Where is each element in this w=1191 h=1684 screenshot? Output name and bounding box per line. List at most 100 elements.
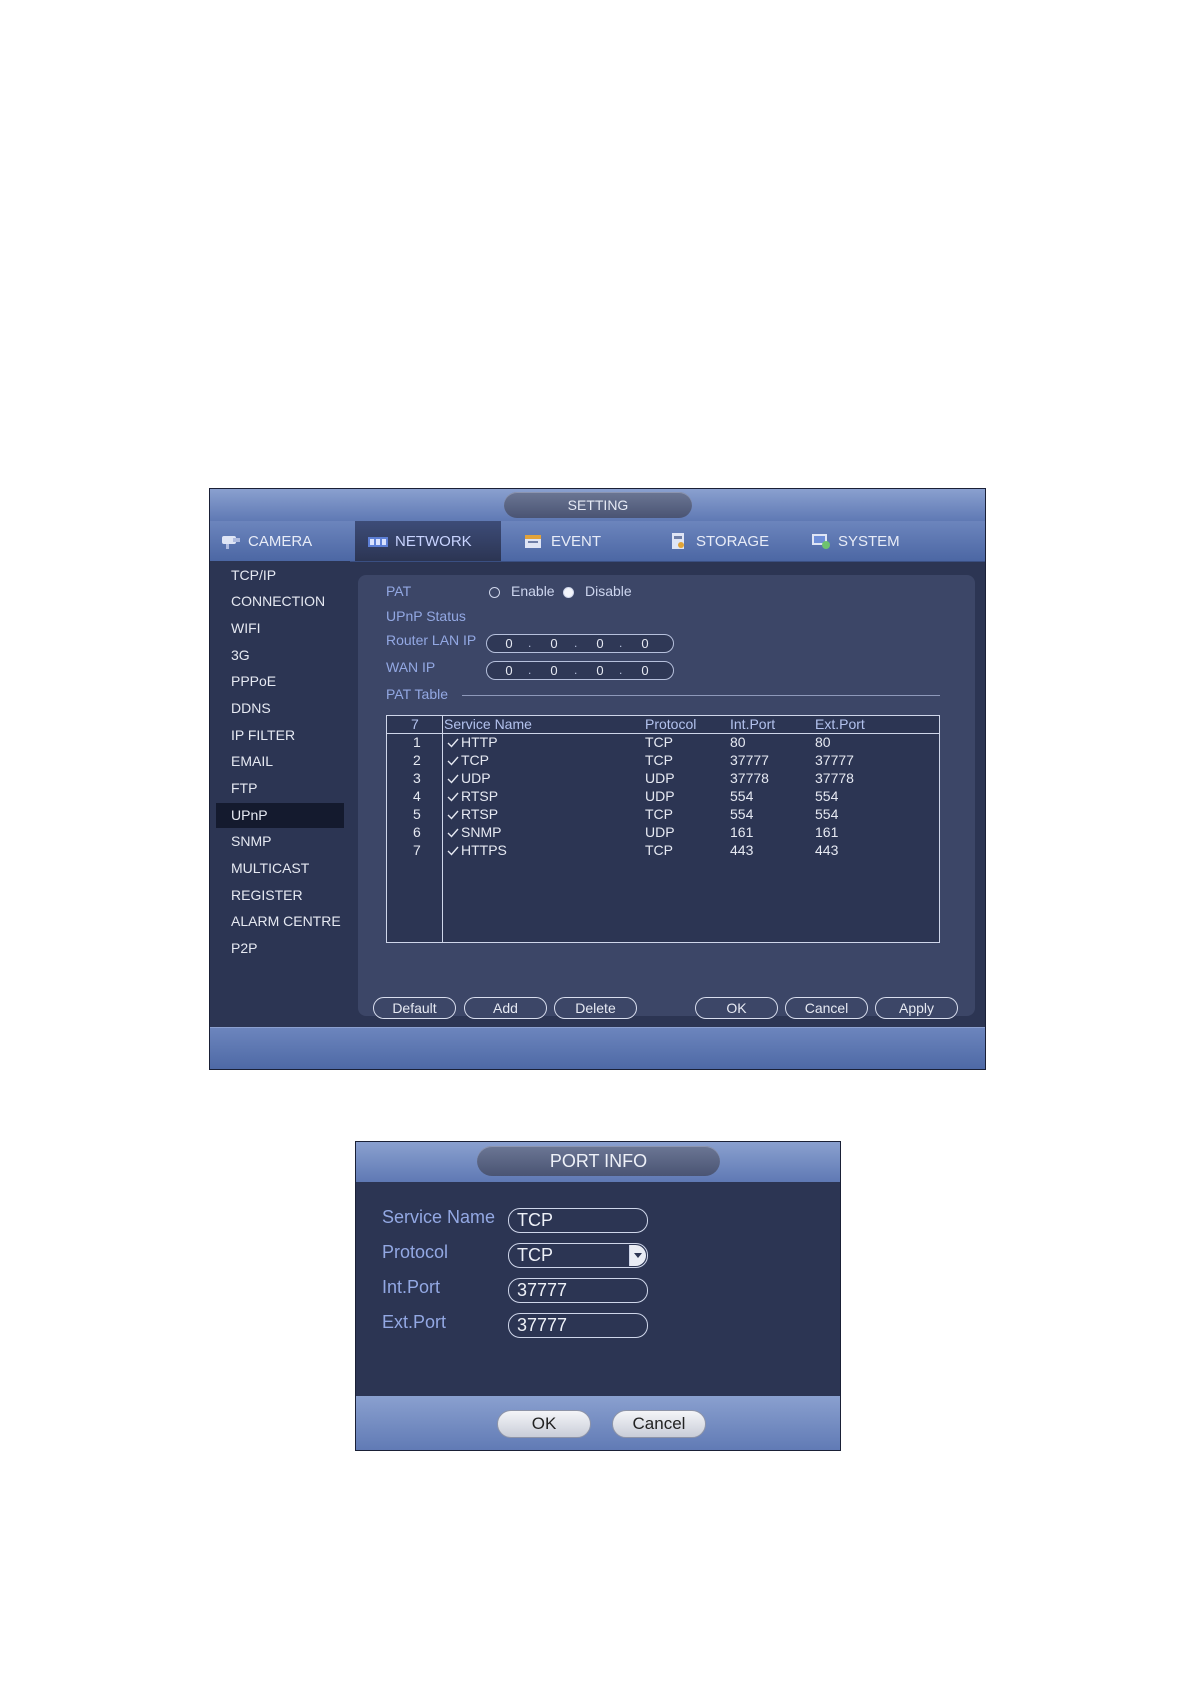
row-no: 7 (413, 842, 421, 858)
sidebar-item-ddns[interactable]: DDNS (216, 696, 344, 721)
row-ext-port: 554 (815, 788, 839, 804)
port-cancel-button[interactable]: Cancel (612, 1410, 706, 1438)
checkmark-icon[interactable] (447, 737, 459, 749)
port-ok-button[interactable]: OK (497, 1410, 591, 1438)
port-info-dialog: PORT INFO Service Name TCP Protocol TCP … (355, 1141, 841, 1451)
sidebar-item-snmp[interactable]: SNMP (216, 829, 344, 854)
sidebar-item-wifi[interactable]: WIFI (216, 616, 344, 641)
int-port-label: Int.Port (382, 1277, 441, 1297)
tab-camera[interactable]: CAMERA (220, 521, 355, 561)
tab-network[interactable]: NETWORK (355, 521, 501, 561)
upnp-status-label: UPnP Status (386, 608, 466, 624)
pat-table: 7 Service Name Protocol Int.Port Ext.Por… (386, 715, 940, 943)
sidebar-item-p2p[interactable]: P2P (216, 936, 344, 961)
storage-icon (672, 533, 684, 549)
pat-table-divider (462, 695, 940, 696)
header-ext-port[interactable]: Ext.Port (815, 716, 865, 732)
tab-label: STORAGE (696, 532, 770, 550)
delete-button[interactable]: Delete (554, 997, 637, 1019)
row-ext-port: 37778 (815, 770, 854, 786)
network-sidebar: TCP/IP CONNECTION WIFI 3G PPPoE DDNS IP … (210, 561, 350, 1027)
row-ext-port: 554 (815, 806, 839, 822)
tab-event[interactable]: EVENT (513, 521, 643, 561)
ext-port-label: Ext.Port (382, 1312, 447, 1332)
sidebar-item-email[interactable]: EMAIL (216, 749, 344, 774)
row-service-name: UDP (461, 770, 491, 786)
system-icon (812, 534, 830, 549)
add-button[interactable]: Add (464, 997, 547, 1019)
main-tabbar: CAMERA NETWORK EVENT STORAGE SYSTEM (210, 521, 985, 562)
row-service-name: RTSP (461, 806, 499, 822)
sidebar-item-alarm-centre[interactable]: ALARM CENTRE (216, 909, 344, 934)
header-int-port[interactable]: Int.Port (730, 716, 775, 732)
default-button[interactable]: Default (373, 997, 456, 1019)
row-service-name: HTTPS (461, 842, 507, 858)
int-port-input[interactable]: 37777 (508, 1278, 648, 1303)
table-row[interactable]: 2 TCP TCP 37777 37777 (387, 752, 939, 770)
table-row[interactable]: 4 RTSP UDP 554 554 (387, 788, 939, 806)
router-lan-ip-input[interactable]: 0 . 0 . 0 . 0 (486, 634, 674, 653)
event-icon (525, 535, 541, 548)
table-row[interactable]: 5 RTSP TCP 554 554 (387, 806, 939, 824)
checkmark-icon[interactable] (447, 845, 459, 857)
row-int-port: 443 (730, 842, 754, 858)
checkmark-icon[interactable] (447, 773, 459, 785)
row-protocol: TCP (645, 806, 673, 822)
checkmark-icon[interactable] (447, 827, 459, 839)
row-service-name: SNMP (461, 824, 502, 840)
wan-ip-label: WAN IP (386, 659, 436, 675)
tab-system[interactable]: SYSTEM (800, 521, 950, 561)
cancel-button[interactable]: Cancel (785, 997, 868, 1019)
ip-octet: 0 (596, 636, 604, 651)
tab-storage[interactable]: STORAGE (658, 521, 798, 561)
setting-title: SETTING (504, 492, 692, 518)
wan-ip-input[interactable]: 0 . 0 . 0 . 0 (486, 661, 674, 680)
row-protocol: UDP (645, 824, 675, 840)
table-count: 7 (411, 716, 419, 732)
upnp-panel: PAT Enable Disable UPnP Status Router LA… (358, 575, 975, 1019)
table-row[interactable]: 6 SNMP UDP 161 161 (387, 824, 939, 842)
checkmark-icon[interactable] (447, 755, 459, 767)
row-service-name: RTSP (461, 788, 499, 804)
row-protocol: UDP (645, 788, 675, 804)
protocol-label: Protocol (382, 1242, 449, 1262)
sidebar-item-ip-filter[interactable]: IP FILTER (216, 723, 344, 748)
sidebar-item-tcpip[interactable]: TCP/IP (216, 563, 344, 588)
ok-button[interactable]: OK (695, 997, 778, 1019)
row-int-port: 554 (730, 806, 754, 822)
table-row[interactable]: 1 HTTP TCP 80 80 (387, 734, 939, 752)
sidebar-item-upnp[interactable]: UPnP (216, 803, 344, 828)
table-row[interactable]: 7 HTTPS TCP 443 443 (387, 842, 939, 860)
header-protocol[interactable]: Protocol (645, 716, 696, 732)
table-row[interactable]: 3 UDP UDP 37778 37778 (387, 770, 939, 788)
sidebar-item-register[interactable]: REGISTER (216, 883, 344, 908)
row-int-port: 80 (730, 734, 746, 750)
row-protocol: TCP (645, 842, 673, 858)
row-no: 4 (413, 788, 421, 804)
checkmark-icon[interactable] (447, 809, 459, 821)
sidebar-item-multicast[interactable]: MULTICAST (216, 856, 344, 881)
checkmark-icon[interactable] (447, 791, 459, 803)
chevron-down-icon[interactable] (629, 1245, 646, 1266)
sidebar-item-pppoe[interactable]: PPPoE (216, 669, 344, 694)
service-name-input[interactable]: TCP (508, 1208, 648, 1233)
ext-port-input[interactable]: 37777 (508, 1313, 648, 1338)
row-no: 5 (413, 806, 421, 822)
ip-octet: 0 (505, 636, 513, 651)
apply-button[interactable]: Apply (875, 997, 958, 1019)
sidebar-item-3g[interactable]: 3G (216, 643, 344, 668)
header-service-name[interactable]: Service Name (444, 716, 532, 732)
row-ext-port: 161 (815, 824, 839, 840)
row-int-port: 554 (730, 788, 754, 804)
sidebar-item-ftp[interactable]: FTP (216, 776, 344, 801)
row-no: 6 (413, 824, 421, 840)
sidebar-item-connection[interactable]: CONNECTION (216, 589, 344, 614)
row-no: 1 (413, 734, 421, 750)
port-info-titlebar: PORT INFO (356, 1142, 840, 1182)
tab-label: EVENT (551, 532, 602, 550)
pat-enable-radio[interactable] (489, 587, 500, 598)
protocol-select[interactable]: TCP (508, 1243, 648, 1268)
pat-disable-radio[interactable] (563, 587, 574, 598)
port-info-footer: OK Cancel (356, 1396, 840, 1450)
port-info-title: PORT INFO (477, 1146, 720, 1176)
